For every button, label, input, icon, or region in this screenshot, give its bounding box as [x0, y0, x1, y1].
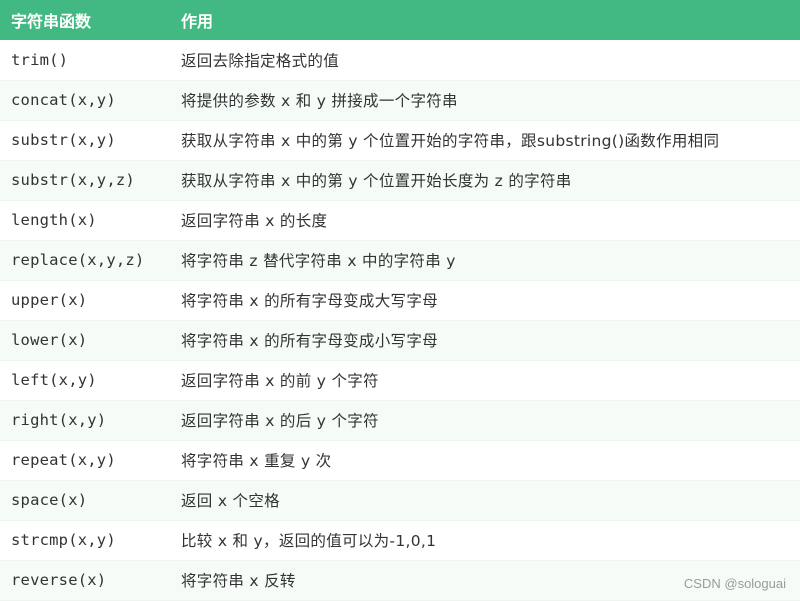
- table-row: replace(x,y,z) 将字符串 z 替代字符串 x 中的字符串 y: [0, 240, 800, 281]
- string-functions-table: 字符串函数 作用 trim() 返回去除指定格式的值 concat(x,y) 将…: [0, 0, 800, 601]
- table-row: trim() 返回去除指定格式的值: [0, 40, 800, 81]
- table-row: lower(x) 将字符串 x 的所有字母变成小写字母: [0, 320, 800, 361]
- function-name-cell: left(x,y): [0, 360, 170, 401]
- function-description-cell: 将字符串 z 替代字符串 x 中的字符串 y: [170, 240, 800, 281]
- table-row: concat(x,y) 将提供的参数 x 和 y 拼接成一个字符串: [0, 80, 800, 121]
- table-row: left(x,y) 返回字符串 x 的前 y 个字符: [0, 360, 800, 401]
- header-row: 字符串函数 作用: [0, 0, 800, 40]
- function-name-cell: strcmp(x,y): [0, 520, 170, 561]
- table-body: trim() 返回去除指定格式的值 concat(x,y) 将提供的参数 x 和…: [0, 40, 800, 601]
- header-function-column: 字符串函数: [11, 12, 92, 31]
- table-row: repeat(x,y) 将字符串 x 重复 y 次: [0, 440, 800, 481]
- function-name-cell: reverse(x): [0, 560, 170, 601]
- function-description-cell: 比较 x 和 y，返回的值可以为-1,0,1: [170, 520, 800, 561]
- function-name-cell: trim(): [0, 40, 170, 81]
- function-description-cell: 返回字符串 x 的后 y 个字符: [170, 400, 800, 441]
- table-row: length(x) 返回字符串 x 的长度: [0, 200, 800, 241]
- function-description-cell: 获取从字符串 x 中的第 y 个位置开始的字符串，跟substring()函数作…: [170, 120, 800, 161]
- table-row: reverse(x) 将字符串 x 反转: [0, 560, 800, 601]
- function-name-cell: length(x): [0, 200, 170, 241]
- table-row: substr(x,y,z) 获取从字符串 x 中的第 y 个位置开始长度为 z …: [0, 160, 800, 201]
- function-name-cell: concat(x,y): [0, 80, 170, 121]
- function-description-cell: 返回字符串 x 的长度: [170, 200, 800, 241]
- function-description-cell: 获取从字符串 x 中的第 y 个位置开始长度为 z 的字符串: [170, 160, 800, 201]
- table-row: upper(x) 将字符串 x 的所有字母变成大写字母: [0, 280, 800, 321]
- function-name-cell: substr(x,y): [0, 120, 170, 161]
- function-description-cell: 返回去除指定格式的值: [170, 40, 800, 81]
- function-description-cell: 返回 x 个空格: [170, 480, 800, 521]
- table-row: space(x) 返回 x 个空格: [0, 480, 800, 521]
- function-description-cell: 将字符串 x 重复 y 次: [170, 440, 800, 481]
- function-name-cell: lower(x): [0, 320, 170, 361]
- watermark: CSDN @sologuai: [683, 576, 786, 591]
- table-row: right(x,y) 返回字符串 x 的后 y 个字符: [0, 400, 800, 441]
- function-name-cell: right(x,y): [0, 400, 170, 441]
- function-description-cell: 返回字符串 x 的前 y 个字符: [170, 360, 800, 401]
- function-description-cell: 将字符串 x 的所有字母变成大写字母: [170, 280, 800, 321]
- table-row: substr(x,y) 获取从字符串 x 中的第 y 个位置开始的字符串，跟su…: [0, 120, 800, 161]
- function-description-cell: 将字符串 x 的所有字母变成小写字母: [170, 320, 800, 361]
- header-usage-column: 作用: [181, 12, 214, 31]
- table-header: 字符串函数 作用: [0, 0, 800, 40]
- function-name-cell: upper(x): [0, 280, 170, 321]
- function-name-cell: repeat(x,y): [0, 440, 170, 481]
- function-name-cell: substr(x,y,z): [0, 160, 170, 201]
- table-row: strcmp(x,y) 比较 x 和 y，返回的值可以为-1,0,1: [0, 520, 800, 561]
- function-description-cell: 将提供的参数 x 和 y 拼接成一个字符串: [170, 80, 800, 121]
- function-name-cell: space(x): [0, 480, 170, 521]
- function-name-cell: replace(x,y,z): [0, 240, 170, 281]
